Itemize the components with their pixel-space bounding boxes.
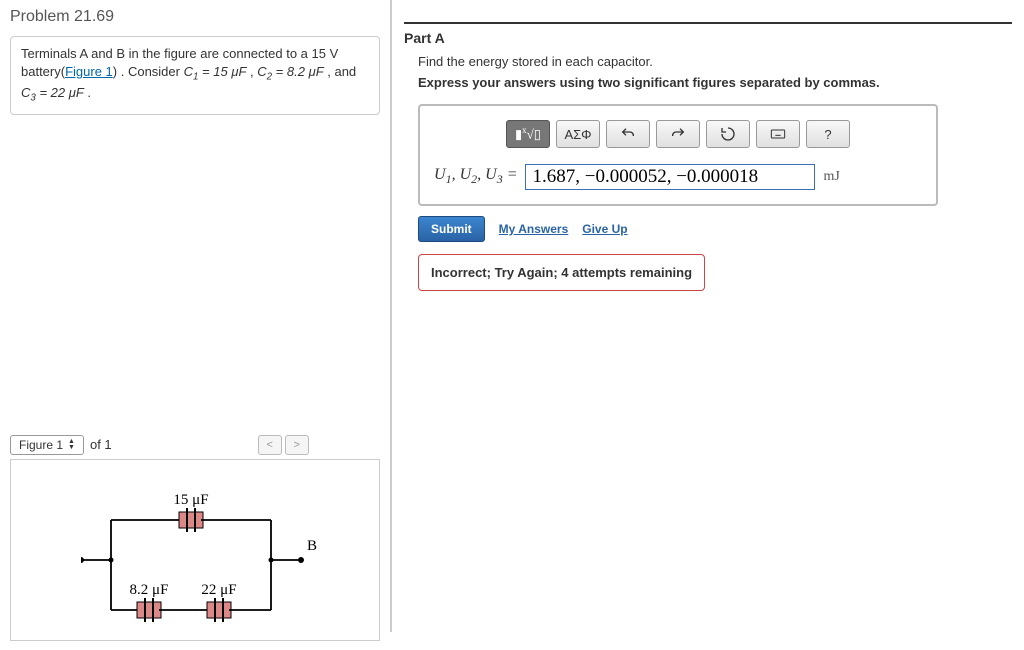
- cap2-label: 8.2 μF: [130, 582, 169, 598]
- part-a-instruction: Express your answers using two significa…: [418, 75, 1012, 90]
- statement-post: ) . Consider: [113, 64, 184, 79]
- c1-value: C1 = 15 μF: [184, 64, 247, 79]
- template-button[interactable]: ▮x√▯: [506, 120, 550, 148]
- circuit-diagram: A B 15 μF: [81, 490, 341, 650]
- figure-prev-button[interactable]: <: [258, 435, 282, 455]
- figure-selector[interactable]: Figure 1 ▲▼: [10, 435, 84, 455]
- answer-box: ▮x√▯ ΑΣΦ ? U1, U2, U3 =: [418, 104, 938, 206]
- c2-value: C2 = 8.2 μF: [257, 64, 323, 79]
- figure-canvas: A B 15 μF: [10, 459, 380, 641]
- statement-end: .: [84, 85, 91, 100]
- action-row: Submit My Answers Give Up: [418, 216, 1012, 242]
- cap3-label: 22 μF: [201, 582, 236, 598]
- problem-title: Problem 21.69: [0, 0, 390, 36]
- feedback-message: Incorrect; Try Again; 4 attempts remaini…: [418, 254, 705, 291]
- problem-panel: Problem 21.69 Terminals A and B in the f…: [0, 0, 392, 632]
- answer-panel: Part A Find the energy stored in each ca…: [392, 0, 1024, 632]
- keyboard-button[interactable]: [756, 120, 800, 148]
- stepper-icon: ▲▼: [68, 439, 75, 451]
- submit-button[interactable]: Submit: [418, 216, 485, 242]
- undo-button[interactable]: [606, 120, 650, 148]
- part-a-prompt: Find the energy stored in each capacitor…: [418, 54, 1012, 69]
- answer-variable-label: U1, U2, U3 =: [434, 166, 517, 187]
- redo-button[interactable]: [656, 120, 700, 148]
- figure-select-label: Figure 1: [19, 438, 63, 452]
- my-answers-link[interactable]: My Answers: [499, 222, 569, 236]
- figure-of-label: of 1: [90, 437, 112, 452]
- greek-button[interactable]: ΑΣΦ: [556, 120, 600, 148]
- give-up-link[interactable]: Give Up: [582, 222, 627, 236]
- equation-toolbar: ▮x√▯ ΑΣΦ ?: [434, 120, 922, 148]
- sep1: ,: [246, 64, 257, 79]
- answer-unit: mJ: [823, 169, 839, 185]
- cap1-label: 15 μF: [173, 492, 208, 508]
- problem-statement: Terminals A and B in the figure are conn…: [10, 36, 380, 115]
- sep2: , and: [324, 64, 357, 79]
- c3-value: C3 = 22 μF: [21, 85, 84, 100]
- terminal-b-label: B: [307, 538, 317, 554]
- answer-input[interactable]: [525, 164, 815, 190]
- reset-button[interactable]: [706, 120, 750, 148]
- figure-next-button[interactable]: >: [285, 435, 309, 455]
- answer-row: U1, U2, U3 = mJ: [434, 164, 922, 190]
- figure-link[interactable]: Figure 1: [65, 64, 113, 79]
- help-button[interactable]: ?: [806, 120, 850, 148]
- part-a-header: Part A: [404, 22, 1012, 46]
- figure-header: Figure 1 ▲▼ of 1 < >: [10, 435, 380, 455]
